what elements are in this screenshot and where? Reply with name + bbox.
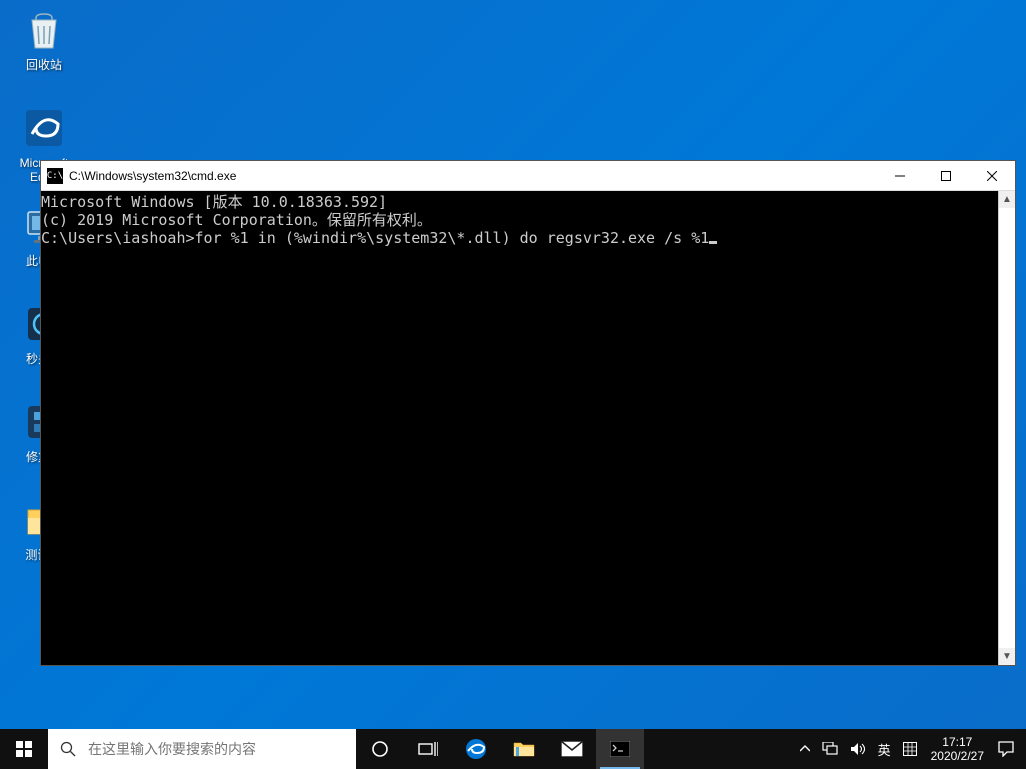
search-input[interactable] — [88, 741, 344, 757]
action-center-button[interactable] — [992, 729, 1020, 769]
taskbar-cmd[interactable] — [596, 729, 644, 769]
tray-ime-pad[interactable] — [897, 729, 923, 769]
mail-icon — [561, 741, 583, 757]
tray-ime[interactable]: 英 — [872, 729, 897, 769]
taskbar-edge[interactable] — [452, 729, 500, 769]
edge-icon — [20, 104, 68, 152]
windows-logo-icon — [16, 741, 32, 757]
system-tray: 英 17:17 2020/2/27 — [794, 729, 1026, 769]
edge-icon — [464, 737, 488, 761]
tray-volume[interactable] — [844, 729, 872, 769]
taskbar-explorer[interactable] — [500, 729, 548, 769]
scrollbar[interactable]: ▲ ▼ — [998, 191, 1015, 665]
clock-date: 2020/2/27 — [931, 749, 984, 763]
window-title: C:\Windows\system32\cmd.exe — [69, 169, 877, 183]
task-view-icon — [418, 741, 438, 757]
search-icon — [60, 741, 76, 757]
cortana-button[interactable] — [356, 729, 404, 769]
taskbar-apps — [356, 729, 644, 769]
taskbar-clock[interactable]: 17:17 2020/2/27 — [923, 735, 992, 764]
clock-time: 17:17 — [931, 735, 984, 749]
network-icon — [822, 742, 838, 756]
search-box[interactable] — [48, 729, 356, 769]
start-button[interactable] — [0, 729, 48, 769]
maximize-button[interactable] — [923, 161, 969, 190]
scroll-thumb[interactable] — [999, 208, 1015, 648]
folder-icon — [513, 740, 535, 758]
notification-icon — [998, 741, 1014, 757]
titlebar[interactable]: C:\ C:\Windows\system32\cmd.exe — [41, 161, 1015, 191]
cmd-window[interactable]: C:\ C:\Windows\system32\cmd.exe Microsof… — [40, 160, 1016, 666]
chevron-up-icon — [800, 744, 810, 754]
tray-network[interactable] — [816, 729, 844, 769]
desktop-icon-label: 回收站 — [6, 58, 82, 72]
cmd-output[interactable]: Microsoft Windows [版本 10.0.18363.592](c)… — [41, 191, 998, 665]
terminal-icon — [610, 741, 630, 757]
ime-pad-icon — [903, 742, 917, 756]
scroll-down-icon[interactable]: ▼ — [999, 648, 1015, 665]
speaker-icon — [850, 742, 866, 756]
taskbar: 英 17:17 2020/2/27 — [0, 729, 1026, 769]
recycle-bin-icon — [20, 6, 68, 54]
task-view-button[interactable] — [404, 729, 452, 769]
taskbar-mail[interactable] — [548, 729, 596, 769]
cmd-icon: C:\ — [47, 168, 63, 184]
minimize-button[interactable] — [877, 161, 923, 190]
cmd-body: Microsoft Windows [版本 10.0.18363.592](c)… — [41, 191, 1015, 665]
taskbar-spacer — [644, 729, 794, 769]
close-button[interactable] — [969, 161, 1015, 190]
window-controls — [877, 161, 1015, 190]
desktop-icon-recycle-bin[interactable]: 回收站 — [6, 6, 82, 72]
tray-overflow-button[interactable] — [794, 729, 816, 769]
cortana-icon — [371, 740, 389, 758]
scroll-up-icon[interactable]: ▲ — [999, 191, 1015, 208]
